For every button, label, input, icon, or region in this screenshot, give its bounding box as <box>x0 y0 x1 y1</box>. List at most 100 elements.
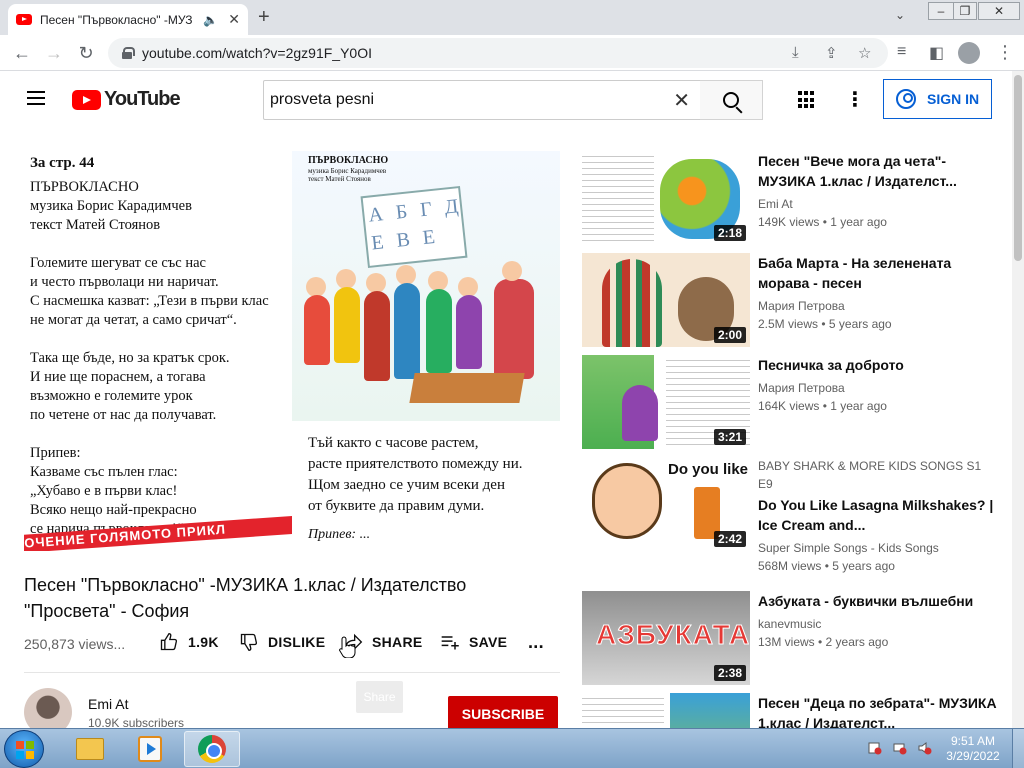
apps-grid-icon[interactable] <box>798 91 816 109</box>
bookmark-star-icon[interactable]: ☆ <box>858 44 871 62</box>
search-button[interactable] <box>700 80 763 120</box>
new-tab-icon[interactable]: + <box>258 6 270 29</box>
back-icon[interactable]: ← <box>10 41 34 65</box>
child-figure <box>364 291 390 381</box>
search-box[interactable]: ✕ <box>263 80 701 120</box>
thumbnail-text-page <box>582 151 654 245</box>
youtube-play-icon <box>72 89 101 110</box>
channel-name[interactable]: Emi At <box>88 696 128 712</box>
search-icon <box>723 92 739 108</box>
video-thumbnail[interactable]: 3:21 <box>582 355 750 449</box>
restore-window-icon[interactable]: ❐ <box>953 2 977 20</box>
related-video-channel[interactable]: Мария Петрова <box>758 381 998 395</box>
close-tab-icon[interactable]: ✕ <box>228 11 240 28</box>
browser-tab[interactable]: Песен "Първокласно" -МУЗ 🔈 ✕ <box>8 4 248 35</box>
child-figure <box>306 277 326 297</box>
page-scrollbar[interactable] <box>1012 71 1024 728</box>
related-video[interactable]: АЗБУКАТА 2:38 Азбуката - буквички вълшеб… <box>582 591 1007 685</box>
network-icon[interactable] <box>893 741 907 755</box>
dislike-button[interactable]: DISLIKE <box>239 632 325 652</box>
child-figure <box>366 273 386 293</box>
textbook-right-page: ПЪРВОКЛАСНО музика Борис Карадимчев текс… <box>292 151 560 551</box>
close-window-icon[interactable]: ✕ <box>978 2 1020 20</box>
volume-icon[interactable] <box>918 741 932 755</box>
related-video-title[interactable]: Песен "Деца по зебрата"- МУЗИКА 1.клас /… <box>758 693 998 728</box>
profile-avatar-icon[interactable] <box>958 42 980 64</box>
related-video-info: Азбуката - буквички вълшебни kanevmusic … <box>758 591 998 649</box>
related-video-meta: 13M views • 2 years ago <box>758 635 889 649</box>
youtube-logo[interactable]: YouTube <box>72 88 181 111</box>
video-thumbnail[interactable]: 2:18 <box>582 151 750 245</box>
clear-search-icon[interactable]: ✕ <box>673 88 690 113</box>
related-video-title[interactable]: Азбуката - буквички вълшебни <box>758 591 998 611</box>
url-text[interactable]: youtube.com/watch?v=2gz91F_Y0OI <box>142 45 372 61</box>
banner-text: ОЧЕНИЕ ГОЛЯМОТО ПРИКЛ <box>24 514 292 551</box>
side-panel-icon[interactable]: ◧ <box>929 43 944 63</box>
action-center-icon[interactable] <box>868 741 882 755</box>
related-video-title[interactable]: Песен "Вече мога да чета"- МУЗИКА 1.клас… <box>758 151 998 191</box>
speaker-icon[interactable]: 🔈 <box>203 13 218 27</box>
clock-date: 3/29/2022 <box>946 749 1000 763</box>
media-control-icon[interactable]: ≡ <box>897 43 906 61</box>
lock-icon[interactable] <box>122 47 135 59</box>
hamburger-menu-icon[interactable] <box>27 91 45 109</box>
related-video-channel[interactable]: Emi At <box>758 197 998 211</box>
related-video[interactable]: Do you like 2:42 BABY SHARK & MORE KIDS … <box>582 457 1007 577</box>
video-player[interactable]: За стр. 44 ПЪРВОКЛАСНО музика Борис Кара… <box>24 151 560 551</box>
teacher-figure <box>494 279 534 379</box>
thumbnail-illustration <box>670 693 750 728</box>
minimize-window-icon[interactable]: – <box>928 2 954 20</box>
related-video-title[interactable]: Песничка за доброто <box>758 355 998 375</box>
related-video-info: Баба Марта - На зеленената морава - песе… <box>758 253 998 331</box>
install-app-icon[interactable]: ⤓ <box>792 44 799 61</box>
subscribe-button[interactable]: SUBSCRIBE <box>448 696 558 732</box>
playlist-tag[interactable]: BABY SHARK & MORE KIDS SONGS S1 E9 <box>758 457 998 493</box>
related-video[interactable]: 2:18 Песен "Вече мога да чета"- МУЗИКА 1… <box>582 151 1007 245</box>
view-count[interactable]: 250,873 views... <box>24 636 125 652</box>
settings-more-icon[interactable]: ⋮ <box>845 87 865 112</box>
scrollbar-thumb[interactable] <box>1014 75 1022 261</box>
forward-icon[interactable]: → <box>42 41 66 65</box>
video-thumbnail[interactable]: Do you like 2:42 <box>582 457 750 551</box>
page-reference: За стр. 44 <box>30 155 95 171</box>
start-button[interactable] <box>4 730 44 768</box>
related-video-title[interactable]: Do You Like Lasagna Milkshakes? | Ice Cr… <box>758 495 998 535</box>
related-video-channel[interactable]: Мария Петрова <box>758 299 998 313</box>
taskbar-chrome[interactable] <box>184 731 240 767</box>
like-button[interactable]: 1.9K <box>159 632 219 652</box>
taskbar-media-player[interactable] <box>122 731 178 767</box>
clock-time: 9:51 AM <box>950 734 996 748</box>
related-video[interactable]: 2:00 Баба Марта - На зеленената морава -… <box>582 253 1007 347</box>
browser-toolbar: ← → ↻ youtube.com/watch?v=2gz91F_Y0OI ⤓ … <box>0 35 1024 71</box>
taskbar-explorer[interactable] <box>62 731 118 767</box>
child-figure <box>334 287 360 363</box>
related-video-channel[interactable]: Super Simple Songs - Kids Songs <box>758 541 998 555</box>
video-thumbnail[interactable] <box>582 693 750 728</box>
save-button[interactable]: SAVE <box>440 632 507 652</box>
related-video-channel[interactable]: kanevmusic <box>758 617 998 631</box>
chrome-icon <box>198 735 226 763</box>
browser-menu-icon[interactable]: ⋮ <box>996 42 1014 63</box>
more-actions-button[interactable]: ... <box>528 632 544 653</box>
show-desktop-button[interactable] <box>1012 729 1024 768</box>
system-clock[interactable]: 9:51 AM 3/29/2022 <box>942 734 1004 764</box>
video-thumbnail[interactable]: 2:00 <box>582 253 750 347</box>
folder-icon <box>76 738 104 760</box>
search-input[interactable] <box>270 91 650 109</box>
chorus-label: Припев: ... <box>308 527 371 542</box>
video-duration: 3:21 <box>713 429 746 445</box>
related-video[interactable]: Песен "Деца по зебрата"- МУЗИКА 1.клас /… <box>582 693 1007 728</box>
youtube-header: YouTube ✕ ⋮ SIGN IN <box>0 71 1012 127</box>
related-video-info: Песен "Вече мога да чета"- МУЗИКА 1.клас… <box>758 151 998 229</box>
share-page-icon[interactable]: ⇪ <box>825 44 838 62</box>
chevron-down-icon[interactable]: ⌄ <box>895 8 905 22</box>
related-video[interactable]: 3:21 Песничка за доброто Мария Петрова 1… <box>582 355 1007 449</box>
address-bar[interactable]: youtube.com/watch?v=2gz91F_Y0OI <box>108 38 888 68</box>
related-video-title[interactable]: Баба Марта - На зеленената морава - песе… <box>758 253 998 293</box>
reload-icon[interactable]: ↻ <box>74 41 98 65</box>
video-thumbnail[interactable]: АЗБУКАТА 2:38 <box>582 591 750 685</box>
song-verse: Тъй както с часове растем, расте приятел… <box>308 435 523 514</box>
textbook-left-page: За стр. 44 ПЪРВОКЛАСНО музика Борис Кара… <box>24 151 292 551</box>
sign-in-button[interactable]: SIGN IN <box>883 79 992 119</box>
video-title: Песен "Първокласно" -МУЗИКА 1.клас / Изд… <box>24 575 467 621</box>
